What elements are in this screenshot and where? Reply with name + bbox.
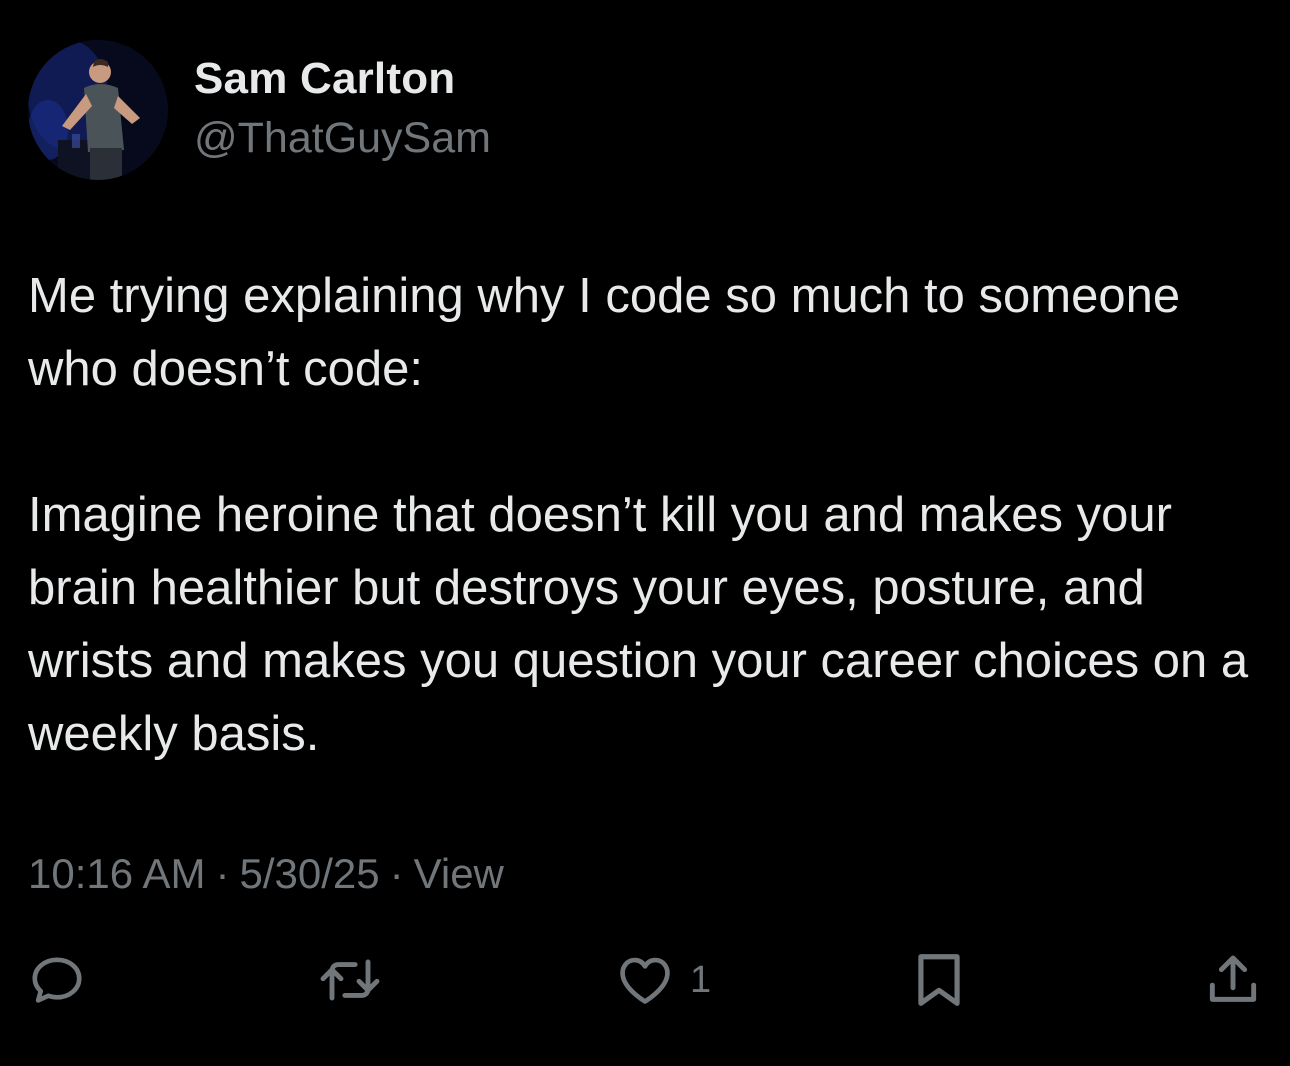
meta-separator: ·	[215, 850, 230, 897]
repost-button[interactable]	[314, 940, 386, 1020]
action-bar: 1	[0, 940, 1290, 1020]
bookmark-icon	[918, 954, 960, 1006]
meta-separator: ·	[389, 850, 404, 897]
tweet-date[interactable]: 5/30/25	[239, 850, 379, 897]
like-button[interactable]: 1	[614, 940, 711, 1020]
like-count: 1	[690, 958, 712, 1001]
author-display-name[interactable]: Sam Carlton	[194, 54, 455, 104]
tweet-metadata: 10:16 AM · 5/30/25 · View	[28, 850, 504, 898]
tweet-paragraph: Me trying explaining why I code so much …	[28, 269, 1181, 396]
tweet-paragraph: Imagine heroine that doesn’t kill you an…	[28, 488, 1249, 761]
reply-button[interactable]	[26, 940, 88, 1020]
tweet-card: Sam Carlton @ThatGuySam Me trying explai…	[0, 0, 1290, 1066]
author-handle[interactable]: @ThatGuySam	[194, 114, 491, 163]
tweet-time[interactable]: 10:16 AM	[28, 850, 205, 897]
repost-icon	[320, 959, 380, 1001]
view-link[interactable]: View	[414, 850, 504, 897]
profile-photo-icon	[28, 40, 168, 180]
heart-icon	[620, 957, 670, 1004]
share-icon	[1209, 955, 1257, 1002]
avatar[interactable]	[28, 40, 168, 180]
reply-icon	[32, 957, 82, 1003]
tweet-text: Me trying explaining why I code so much …	[28, 260, 1258, 771]
bookmark-button[interactable]	[910, 940, 968, 1020]
share-button[interactable]	[1202, 940, 1264, 1020]
